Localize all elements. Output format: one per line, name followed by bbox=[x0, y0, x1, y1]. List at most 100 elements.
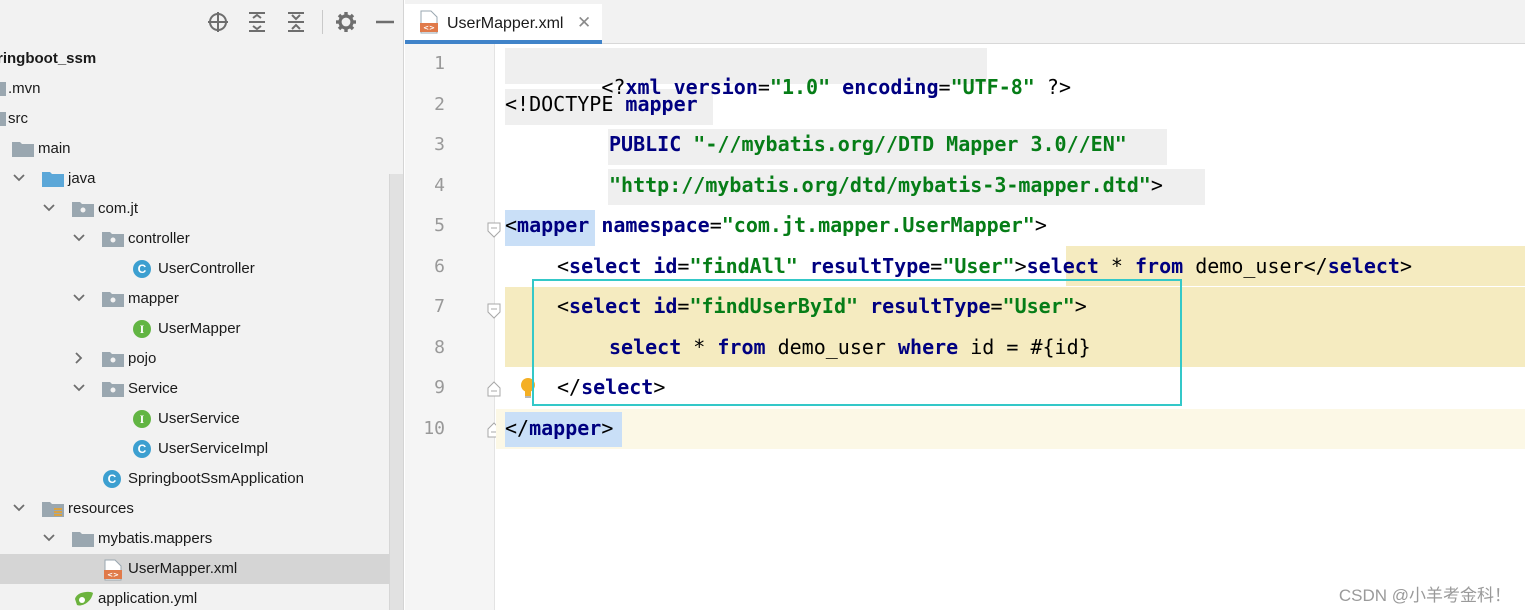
tree-item-label: application.yml bbox=[98, 590, 198, 607]
tree-item-module[interactable]: ringboot_ssm bbox=[0, 44, 403, 74]
tree-item-usermapper[interactable]: I UserMapper bbox=[0, 314, 403, 344]
tree-item-label: java bbox=[68, 170, 96, 187]
tree-item-application-yml[interactable]: application.yml bbox=[0, 584, 403, 610]
editor-area: <> UserMapper.xml ✕ 1 2 3 4 5 6 7 8 9 10 bbox=[405, 0, 1525, 610]
class-icon: C bbox=[133, 260, 153, 280]
package-icon bbox=[102, 229, 124, 249]
chevron-down-icon[interactable] bbox=[12, 171, 26, 185]
toolbar-separator bbox=[322, 10, 323, 34]
code-line: <mapper namespace="com.jt.mapper.UserMap… bbox=[505, 213, 1047, 237]
resources-folder-icon bbox=[42, 499, 64, 519]
tab-usermapper-xml[interactable]: <> UserMapper.xml ✕ bbox=[405, 4, 602, 44]
tree-item-label: resources bbox=[68, 500, 134, 517]
source-folder-icon bbox=[42, 169, 64, 189]
chevron-right-icon[interactable] bbox=[72, 351, 86, 365]
chevron-down-icon[interactable] bbox=[72, 381, 86, 395]
tree-item-label: UserServiceImpl bbox=[158, 440, 269, 457]
tree-item-src[interactable]: src bbox=[0, 104, 403, 134]
line-number: 3 bbox=[434, 134, 445, 155]
editor-tab-bar: <> UserMapper.xml ✕ bbox=[405, 0, 1525, 44]
tree-item-com-jt[interactable]: com.jt bbox=[0, 194, 403, 224]
code-area[interactable]: <?xml version="1.0" encoding="UTF-8" ?> … bbox=[496, 44, 1525, 610]
code-line: </mapper> bbox=[505, 416, 614, 440]
tree-item-mybatis-mappers[interactable]: mybatis.mappers bbox=[0, 524, 403, 554]
line-number: 1 bbox=[434, 53, 445, 74]
xml-file-icon: <> bbox=[419, 10, 439, 39]
folder-icon bbox=[0, 109, 8, 129]
tree-item-service[interactable]: Service bbox=[0, 374, 403, 404]
tree-item-userservice[interactable]: I UserService bbox=[0, 404, 403, 434]
tree-item-label: .mvn bbox=[8, 80, 41, 97]
tree-item-label: UserMapper bbox=[158, 320, 241, 337]
spring-boot-class-icon: C bbox=[103, 470, 123, 490]
package-icon bbox=[102, 349, 124, 369]
tree-item-label: UserMapper.xml bbox=[128, 560, 238, 577]
close-icon[interactable]: ✕ bbox=[577, 13, 591, 33]
interface-icon: I bbox=[133, 320, 153, 340]
watermark: CSDN @小羊考金科！ bbox=[1338, 586, 1511, 605]
project-tool-window: ringboot_ssm .mvn src main java com.jt c… bbox=[0, 0, 404, 610]
line-number: 6 bbox=[434, 256, 445, 277]
tree-item-usermapper-xml[interactable]: <> UserMapper.xml bbox=[0, 554, 403, 584]
chevron-down-icon[interactable] bbox=[12, 501, 26, 515]
svg-text:<>: <> bbox=[107, 571, 119, 579]
code-line: <select id="findAll" resultType="User">s… bbox=[557, 254, 1412, 278]
chevron-down-icon[interactable] bbox=[42, 201, 56, 215]
tree-item-pojo[interactable]: pojo bbox=[0, 344, 403, 374]
package-icon bbox=[102, 289, 124, 309]
tree-scrollbar[interactable] bbox=[389, 174, 403, 610]
code-line: <!DOCTYPE mapper bbox=[505, 92, 698, 116]
package-icon bbox=[102, 379, 124, 399]
tree-item-java[interactable]: java bbox=[0, 164, 403, 194]
code-line: select * from demo_user where id = #{id} bbox=[609, 335, 1091, 359]
project-toolbar bbox=[0, 0, 403, 44]
tree-item-controller[interactable]: controller bbox=[0, 224, 403, 254]
chevron-down-icon[interactable] bbox=[72, 291, 86, 305]
code-line: </select> bbox=[496, 368, 1525, 408]
tree-item-label: mybatis.mappers bbox=[98, 530, 213, 547]
xml-file-icon: <> bbox=[103, 559, 123, 581]
line-number-gutter: 1 2 3 4 5 6 7 8 9 10 bbox=[405, 44, 501, 610]
chevron-down-icon[interactable] bbox=[42, 531, 56, 545]
tree-item-label: controller bbox=[128, 230, 190, 247]
line-number: 7 bbox=[434, 296, 445, 317]
package-icon bbox=[72, 199, 94, 219]
tree-item-main[interactable]: main bbox=[0, 134, 403, 164]
code-line: PUBLIC "-//mybatis.org//DTD Mapper 3.0//… bbox=[609, 132, 1127, 156]
tree-item-resources[interactable]: resources bbox=[0, 494, 403, 524]
tree-item-label: UserService bbox=[158, 410, 240, 427]
line-number: 8 bbox=[434, 337, 445, 358]
tree-item-mapper[interactable]: mapper bbox=[0, 284, 403, 314]
tree-item-label: SpringbootSsmApplication bbox=[128, 470, 304, 487]
tree-item-label: pojo bbox=[128, 350, 157, 367]
interface-icon: I bbox=[133, 410, 153, 430]
minimize-icon[interactable] bbox=[373, 10, 397, 34]
code-line: <?xml version="1.0" encoding="UTF-8" ?> bbox=[601, 75, 1071, 99]
folder-icon bbox=[72, 529, 94, 549]
tree-item-label: UserController bbox=[158, 260, 255, 277]
folder-icon bbox=[0, 79, 8, 99]
class-icon: C bbox=[133, 440, 153, 460]
locate-file-icon[interactable] bbox=[206, 10, 230, 34]
tree-item-label: main bbox=[38, 140, 71, 157]
line-number: 2 bbox=[434, 94, 445, 115]
collapse-all-icon[interactable] bbox=[284, 10, 308, 34]
tab-label: UserMapper.xml bbox=[447, 15, 564, 32]
chevron-down-icon[interactable] bbox=[72, 231, 86, 245]
tree-item-springbootssmapplication[interactable]: C SpringbootSsmApplication bbox=[0, 464, 403, 494]
tree-item-usercontroller[interactable]: C UserController bbox=[0, 254, 403, 284]
line-number: 10 bbox=[423, 418, 445, 439]
line-number: 5 bbox=[434, 215, 445, 236]
line-number: 9 bbox=[434, 377, 445, 398]
line-number: 4 bbox=[434, 175, 445, 196]
tree-item-label: src bbox=[8, 110, 28, 127]
tree-item-label: ringboot_ssm bbox=[0, 50, 97, 67]
tree-item-userserviceimpl[interactable]: C UserServiceImpl bbox=[0, 434, 403, 464]
yaml-spring-icon bbox=[73, 589, 93, 609]
lightbulb-icon[interactable] bbox=[519, 377, 537, 404]
tree-item-mvn[interactable]: .mvn bbox=[0, 74, 403, 104]
tree-item-label: Service bbox=[128, 380, 179, 397]
svg-text:<>: <> bbox=[423, 24, 435, 32]
expand-all-icon[interactable] bbox=[245, 10, 269, 34]
gear-icon[interactable] bbox=[334, 10, 358, 34]
